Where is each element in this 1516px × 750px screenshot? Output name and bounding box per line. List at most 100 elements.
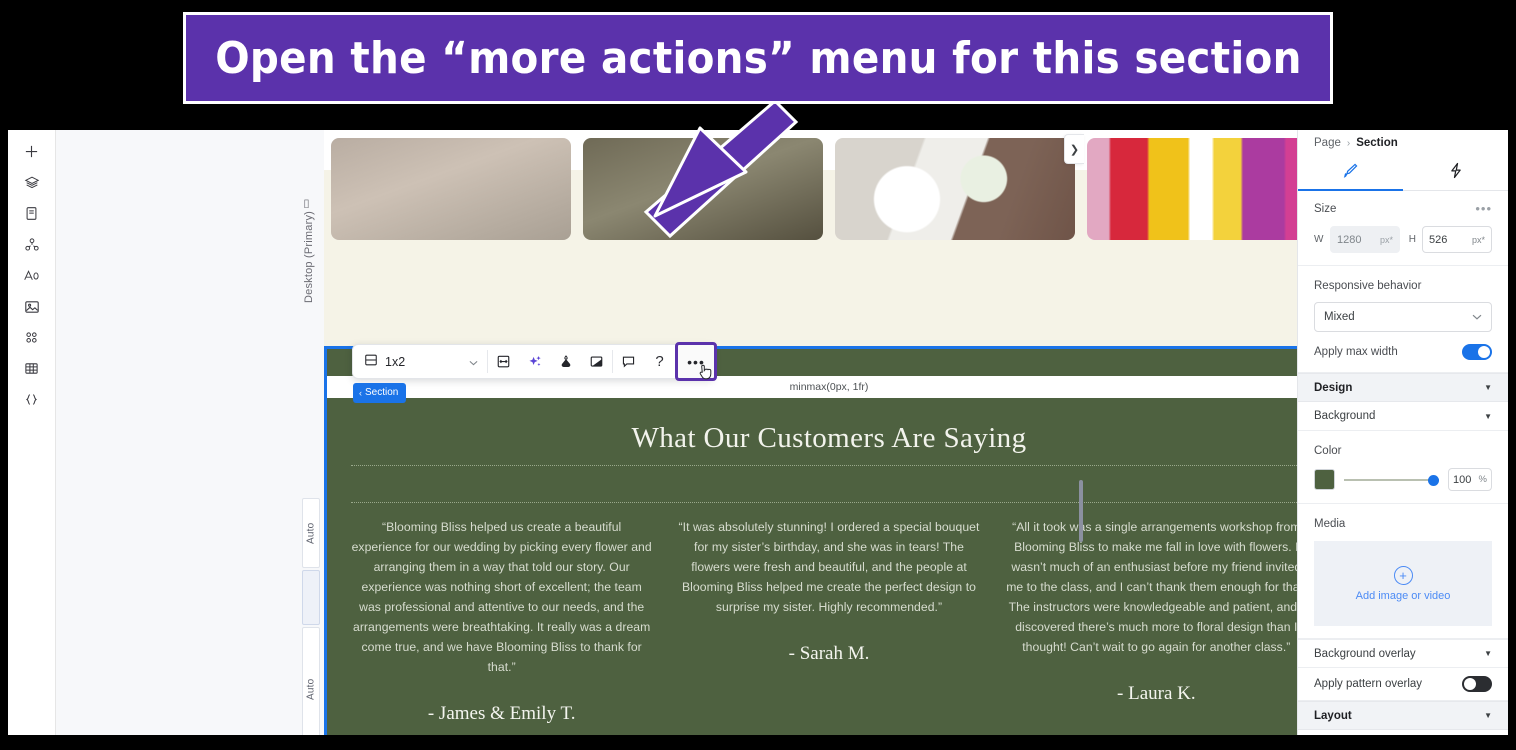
color-dropper-icon[interactable] <box>550 354 581 370</box>
color-label: Color <box>1314 445 1342 457</box>
toggle-knob <box>1478 346 1490 358</box>
preview-image-2[interactable] <box>583 138 823 240</box>
height-input[interactable]: 526 px* <box>1422 226 1492 253</box>
testimonial-card-1[interactable]: “Blooming Bliss helped us create a beaut… <box>351 517 652 725</box>
testimonial-author: - Laura K. <box>1117 683 1196 704</box>
size-inputs-row: W 1280 px* H 526 px* <box>1314 226 1492 253</box>
height-value: 526 <box>1429 233 1448 246</box>
design-accordion-header[interactable]: Design ▼ <box>1298 373 1508 402</box>
size-overflow-button[interactable]: ••• <box>1475 201 1492 216</box>
rail-item-media[interactable] <box>14 291 50 322</box>
preview-image-3[interactable] <box>835 138 1075 240</box>
ai-sparkle-icon[interactable] <box>519 354 550 370</box>
rail-item-table[interactable] <box>14 353 50 384</box>
viewport-label: Desktop (Primary) ▯ <box>300 150 318 350</box>
opacity-input[interactable]: 100 % <box>1448 468 1492 491</box>
preview-image-1[interactable] <box>331 138 571 240</box>
responsive-behavior-select[interactable]: Mixed <box>1314 302 1492 332</box>
testimonial-section[interactable]: What Our Customers Are Saying “Blooming … <box>324 398 1297 735</box>
testimonial-author: - Sarah M. <box>788 643 870 664</box>
canvas-area[interactable]: Desktop (Primary) ▯ Auto Auto minmax(0px… <box>56 130 1297 735</box>
testimonial-quote: “Blooming Bliss helped us create a beaut… <box>351 520 652 674</box>
toolbar-action-group <box>488 345 612 378</box>
responsive-label: Responsive behavior <box>1314 280 1422 292</box>
pattern-overlay-toggle[interactable] <box>1462 676 1492 692</box>
opacity-slider[interactable] <box>1344 473 1439 487</box>
background-color-swatch[interactable] <box>1314 469 1335 490</box>
layout-1x2-icon <box>364 353 378 370</box>
size-header: Size ••• <box>1314 201 1492 216</box>
add-media-dropzone[interactable]: + Add image or video <box>1314 541 1492 626</box>
monitor-icon: ▯ <box>301 197 313 211</box>
testimonial-columns: “Blooming Bliss helped us create a beaut… <box>351 503 1297 725</box>
layout-selector[interactable]: 1x2 <box>353 345 487 378</box>
page-preview[interactable]: minmax(0px, 1fr) What Our Customers Are … <box>324 130 1297 735</box>
help-icon[interactable]: ? <box>644 353 675 370</box>
responsive-value: Mixed <box>1324 311 1355 323</box>
cream-gap <box>324 302 1297 346</box>
track-label-auto-2[interactable]: Auto <box>302 627 320 735</box>
effects-icon[interactable] <box>581 354 612 369</box>
more-actions-highlight: ••• <box>675 342 717 381</box>
design-tab[interactable] <box>1298 156 1403 191</box>
panel-tabs <box>1298 156 1508 191</box>
rail-item-text[interactable] <box>14 260 50 291</box>
caret-down-icon: ▼ <box>1484 711 1492 720</box>
size-label: Size <box>1314 202 1337 215</box>
interactions-tab[interactable] <box>1403 156 1508 190</box>
rail-item-code[interactable] <box>14 384 50 415</box>
comment-icon[interactable] <box>613 354 644 369</box>
viewport-label-text: Desktop (Primary) <box>303 210 315 303</box>
height-key-label: H <box>1408 234 1416 245</box>
toggle-knob <box>1464 678 1476 690</box>
pattern-overlay-label: Apply pattern overlay <box>1314 678 1423 690</box>
preview-image-4[interactable] <box>1087 138 1297 240</box>
testimonial-quote: “All it took was a single arrangements w… <box>1006 520 1297 654</box>
track-handle[interactable] <box>302 570 320 625</box>
rail-item-site-structure[interactable] <box>14 229 50 260</box>
breadcrumb: Page › Section <box>1298 130 1508 156</box>
testimonial-card-2[interactable]: “It was absolutely stunning! I ordered a… <box>678 517 980 725</box>
left-icon-rail <box>8 130 56 735</box>
section-badge[interactable]: ‹ Section <box>353 383 407 403</box>
collapse-panel-button[interactable]: ❯ <box>1064 134 1084 164</box>
background-accordion-header[interactable]: Background ▼ <box>1298 402 1508 431</box>
grid-track-label: minmax(0px, 1fr) <box>324 376 1297 398</box>
rail-item-add[interactable] <box>14 136 50 167</box>
chevron-down-icon <box>1472 312 1482 323</box>
rail-item-apps[interactable] <box>14 322 50 353</box>
testimonial-card-3[interactable]: “All it took was a single arrangements w… <box>1006 517 1297 725</box>
background-label: Background <box>1314 410 1376 422</box>
apply-max-width-toggle[interactable] <box>1462 344 1492 360</box>
properties-panel: Page › Section Size ••• W 1280 px* H 526… <box>1297 130 1508 735</box>
track-label-auto-1[interactable]: Auto <box>302 498 320 568</box>
canvas-scrollbar-thumb[interactable] <box>1079 480 1083 542</box>
breadcrumb-parent[interactable]: Page <box>1314 137 1341 149</box>
image-strip <box>324 138 1297 302</box>
toolbar-help-group: ? ••• <box>613 342 717 381</box>
layout-accordion-header[interactable]: Layout ▼ <box>1298 701 1508 730</box>
width-value: 1280 <box>1337 233 1362 246</box>
grid-gap-row <box>351 466 1297 502</box>
resize-icon[interactable] <box>488 354 519 369</box>
width-input[interactable]: 1280 px* <box>1330 226 1400 253</box>
apply-max-width-row: Apply max width <box>1314 344 1492 360</box>
size-section: Size ••• W 1280 px* H 526 px* <box>1298 191 1508 266</box>
testimonial-heading: What Our Customers Are Saying <box>631 422 1027 454</box>
lightning-icon <box>1448 162 1464 184</box>
opacity-value: 100 <box>1453 473 1472 486</box>
plus-icon: + <box>1393 565 1413 585</box>
apply-max-width-label: Apply max width <box>1314 346 1398 358</box>
rail-item-layers[interactable] <box>14 167 50 198</box>
color-row: 100 % <box>1314 468 1492 491</box>
rail-item-pages[interactable] <box>14 198 50 229</box>
slider-knob[interactable] <box>1428 474 1439 486</box>
caret-down-icon: ▼ <box>1484 383 1492 392</box>
cursor-pointer-icon <box>699 364 712 380</box>
background-overlay-accordion[interactable]: Background overlay ▼ <box>1298 639 1508 668</box>
instruction-callout: Open the “more actions” menu for this se… <box>183 12 1333 104</box>
pattern-overlay-row: Apply pattern overlay <box>1298 668 1508 701</box>
breadcrumb-current: Section <box>1356 137 1398 149</box>
background-overlay-label: Background overlay <box>1314 647 1416 660</box>
editor-window: Desktop (Primary) ▯ Auto Auto minmax(0px… <box>8 130 1508 735</box>
